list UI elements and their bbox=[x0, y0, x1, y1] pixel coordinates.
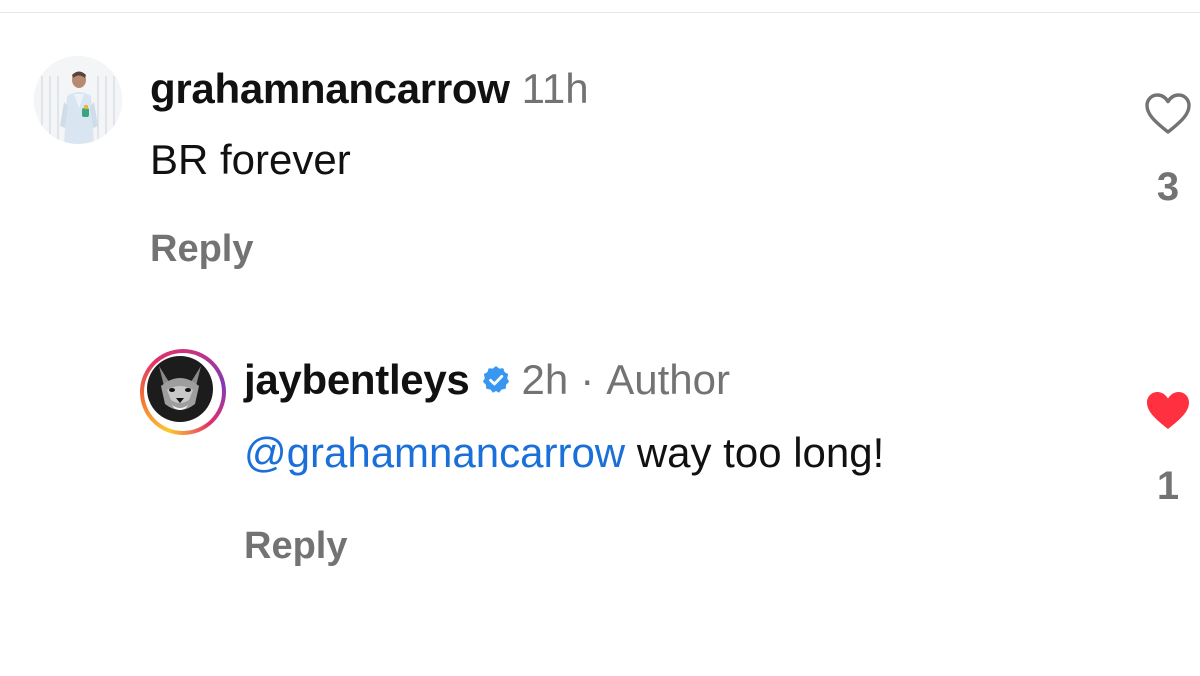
avatar-story-ring[interactable] bbox=[140, 349, 226, 435]
verified-badge-icon bbox=[482, 366, 509, 393]
comment-text-content: way too long! bbox=[636, 429, 885, 476]
comment: grahamnancarrow 11h BR forever Reply 3 bbox=[34, 56, 1191, 286]
like-column: 3 bbox=[1128, 92, 1200, 210]
comment-body: grahamnancarrow 11h BR forever Reply bbox=[150, 64, 910, 272]
like-count: 3 bbox=[1156, 165, 1180, 209]
wolf-avatar bbox=[147, 356, 213, 422]
profile-photo-avatar bbox=[34, 56, 122, 144]
username[interactable]: jaybentleys bbox=[244, 355, 470, 405]
heart-filled-icon[interactable] bbox=[1144, 389, 1192, 433]
comment-text: @grahamnancarrow way too long! bbox=[244, 427, 1004, 479]
timestamp: 2h bbox=[521, 356, 569, 403]
meta-separator: · bbox=[580, 356, 595, 403]
reply-body: jaybentleys 2h · Author @grahamnancarrow… bbox=[244, 355, 1004, 569]
heart-outline-icon[interactable] bbox=[1144, 92, 1192, 136]
comment-text-content: BR forever bbox=[150, 136, 351, 183]
timestamp: 11h bbox=[521, 65, 589, 112]
reply-comment: jaybentleys 2h · Author @grahamnancarrow… bbox=[140, 349, 1189, 649]
reply-button[interactable]: Reply bbox=[150, 226, 253, 272]
avatar[interactable] bbox=[34, 56, 122, 144]
mention-link[interactable]: @grahamnancarrow bbox=[244, 429, 625, 476]
author-label: Author bbox=[606, 356, 730, 403]
comment-header: grahamnancarrow 11h bbox=[150, 64, 910, 114]
top-divider bbox=[0, 12, 1200, 13]
username[interactable]: grahamnancarrow bbox=[150, 64, 510, 114]
reply-header: jaybentleys 2h · Author bbox=[244, 355, 1004, 405]
like-column: 1 bbox=[1128, 389, 1200, 509]
comment-text: BR forever bbox=[150, 134, 910, 186]
reply-button[interactable]: Reply bbox=[244, 523, 347, 569]
like-count: 1 bbox=[1156, 464, 1180, 508]
avatar bbox=[144, 353, 222, 431]
